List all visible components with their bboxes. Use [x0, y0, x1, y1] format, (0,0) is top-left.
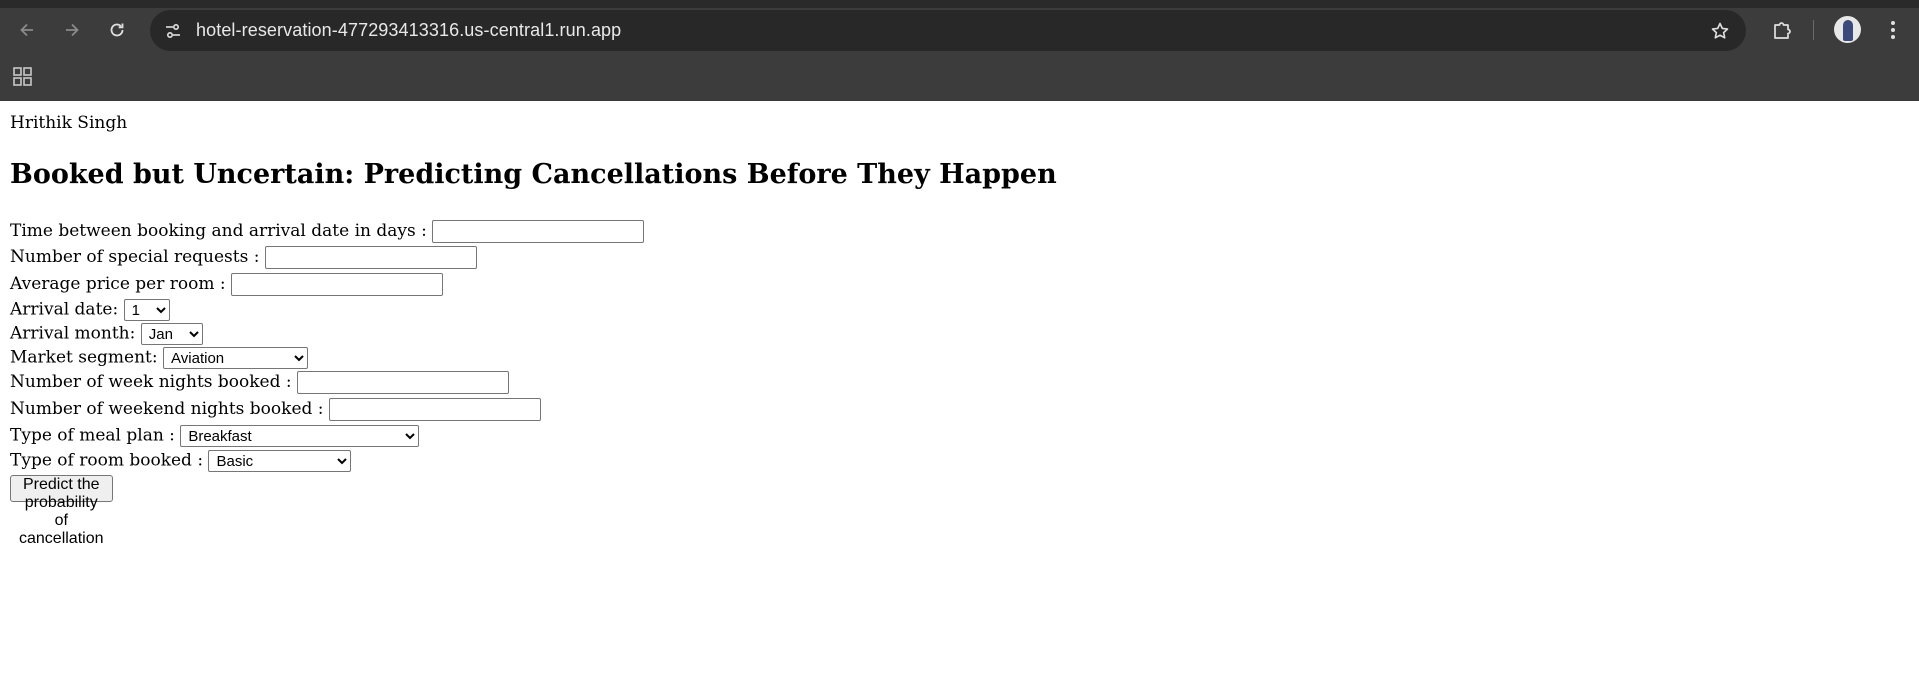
- lead-time-label: Time between booking and arrival date in…: [10, 221, 427, 241]
- avg-price-label: Average price per room :: [10, 274, 226, 294]
- profile-avatar[interactable]: [1834, 16, 1861, 43]
- week-nights-row: Number of week nights booked :: [10, 371, 510, 394]
- special-requests-input[interactable]: [264, 246, 477, 269]
- back-button[interactable]: [12, 15, 42, 45]
- special-requests-row: Number of special requests :: [10, 246, 477, 269]
- market-segment-label: Market segment:: [10, 347, 158, 368]
- market-segment-select[interactable]: Aviation: [163, 347, 309, 369]
- site-info-button[interactable]: [160, 18, 186, 44]
- arrival-date-row: Arrival date: 1: [10, 299, 170, 321]
- meal-plan-select[interactable]: Breakfast: [180, 425, 420, 447]
- weekend-nights-label: Number of weekend nights booked :: [10, 399, 324, 419]
- arrival-month-label: Arrival month:: [10, 323, 136, 344]
- author-name: Hrithik Singh: [10, 113, 128, 133]
- address-bar[interactable]: hotel-reservation-477293413316.us-centra…: [150, 10, 1746, 51]
- apps-button[interactable]: [12, 66, 36, 90]
- page-title: Booked but Uncertain: Predicting Cancell…: [10, 159, 1057, 190]
- predict-button[interactable]: Predict the probability of cancellation: [10, 475, 113, 547]
- week-nights-input[interactable]: [297, 371, 510, 394]
- arrival-date-select[interactable]: 1: [123, 299, 170, 321]
- browser-menu-button[interactable]: [1878, 14, 1908, 46]
- puzzle-icon: [1774, 22, 1791, 39]
- toolbar-separator: [1813, 20, 1814, 40]
- extensions-button[interactable]: [1767, 14, 1797, 46]
- meal-plan-row: Type of meal plan : Breakfast: [10, 425, 420, 447]
- arrival-month-select[interactable]: Jan: [140, 323, 203, 345]
- room-type-select[interactable]: Basic: [208, 450, 352, 472]
- reload-icon: [110, 23, 124, 37]
- lead-time-input[interactable]: [432, 220, 645, 243]
- page-content: Hrithik Singh Booked but Uncertain: Pred…: [0, 101, 1919, 690]
- tab-strip: [0, 0, 1919, 8]
- kebab-menu-icon: [1891, 21, 1895, 39]
- arrival-date-label: Arrival date:: [10, 299, 119, 320]
- lead-time-row: Time between booking and arrival date in…: [10, 220, 645, 243]
- market-segment-row: Market segment: Aviation: [10, 347, 309, 369]
- weekend-nights-row: Number of weekend nights booked :: [10, 398, 541, 421]
- avatar-figure: [1843, 20, 1853, 41]
- avg-price-row: Average price per room :: [10, 273, 444, 296]
- star-icon: [1711, 22, 1729, 39]
- browser-chrome: hotel-reservation-477293413316.us-centra…: [0, 0, 1919, 101]
- special-requests-label: Number of special requests :: [10, 247, 260, 267]
- bookmark-button[interactable]: [1708, 19, 1732, 43]
- url-text[interactable]: hotel-reservation-477293413316.us-centra…: [196, 10, 621, 51]
- avg-price-input[interactable]: [231, 273, 444, 296]
- tune-icon: [166, 23, 180, 39]
- arrow-right-icon: [66, 23, 79, 37]
- weekend-nights-input[interactable]: [328, 398, 541, 421]
- room-type-row: Type of room booked : Basic: [10, 450, 352, 472]
- arrival-month-row: Arrival month: Jan: [10, 323, 203, 345]
- room-type-label: Type of room booked :: [10, 450, 204, 471]
- apps-grid-icon: [13, 67, 32, 86]
- forward-button[interactable]: [57, 15, 87, 45]
- week-nights-label: Number of week nights booked :: [10, 372, 292, 392]
- arrow-left-icon: [20, 23, 33, 37]
- reload-button[interactable]: [102, 15, 132, 45]
- meal-plan-label: Type of meal plan :: [10, 425, 175, 446]
